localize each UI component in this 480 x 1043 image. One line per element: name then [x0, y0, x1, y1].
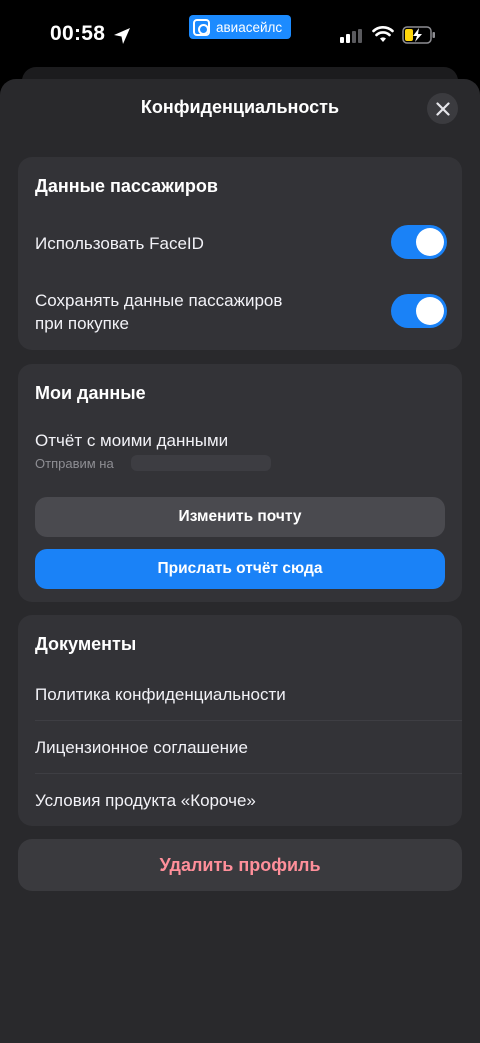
faceid-label: Использовать FaceID	[35, 234, 204, 253]
page-title: Конфиденциальность	[140, 97, 340, 117]
save-passenger-data-label-line2: при покупке	[35, 314, 129, 333]
signal-icon	[340, 29, 362, 43]
close-button[interactable]	[427, 93, 458, 124]
toggle-knob	[416, 297, 444, 325]
faceid-toggle[interactable]	[391, 225, 447, 259]
status-time: 00:58	[50, 22, 106, 45]
save-passenger-data-toggle[interactable]	[391, 294, 447, 328]
send-report-button[interactable]: Прислать отчёт сюда	[35, 549, 445, 589]
toggle-knob	[416, 228, 444, 256]
save-passenger-data-label-line1: Сохранять данные пассажиров	[35, 291, 283, 310]
location-icon	[114, 28, 130, 44]
delete-profile-button[interactable]: Удалить профиль	[18, 839, 462, 891]
documents-card: Документы Политика конфиденциальности Ли…	[18, 615, 462, 826]
divider	[35, 773, 462, 774]
redacted-email	[131, 455, 271, 471]
app-badge-label: авиасейлс	[216, 19, 283, 35]
documents-title: Документы	[35, 634, 137, 654]
wifi-icon	[372, 26, 394, 42]
aviasales-logo-icon	[193, 18, 210, 36]
report-label: Отчёт с моими данными	[35, 431, 229, 450]
app-badge[interactable]: авиасейлс	[189, 15, 291, 39]
send-to-label: Отправим на	[35, 456, 114, 471]
doc-item-product-terms[interactable]: Условия продукта «Короче»	[35, 789, 256, 812]
passenger-data-title: Данные пассажиров	[35, 176, 218, 196]
passenger-data-card: Данные пассажиров Использовать FaceID Со…	[18, 157, 462, 350]
change-email-button[interactable]: Изменить почту	[35, 497, 445, 537]
close-icon	[435, 101, 450, 116]
battery-charging-icon	[402, 26, 435, 44]
status-bar: 00:58 авиасейлс	[0, 0, 480, 70]
doc-item-privacy-policy[interactable]: Политика конфиденциальности	[35, 683, 286, 706]
divider	[35, 720, 462, 721]
my-data-card: Мои данные Отчёт с моими данными Отправи…	[18, 364, 462, 602]
doc-item-license-agreement[interactable]: Лицензионное соглашение	[35, 736, 248, 759]
my-data-title: Мои данные	[35, 383, 146, 403]
